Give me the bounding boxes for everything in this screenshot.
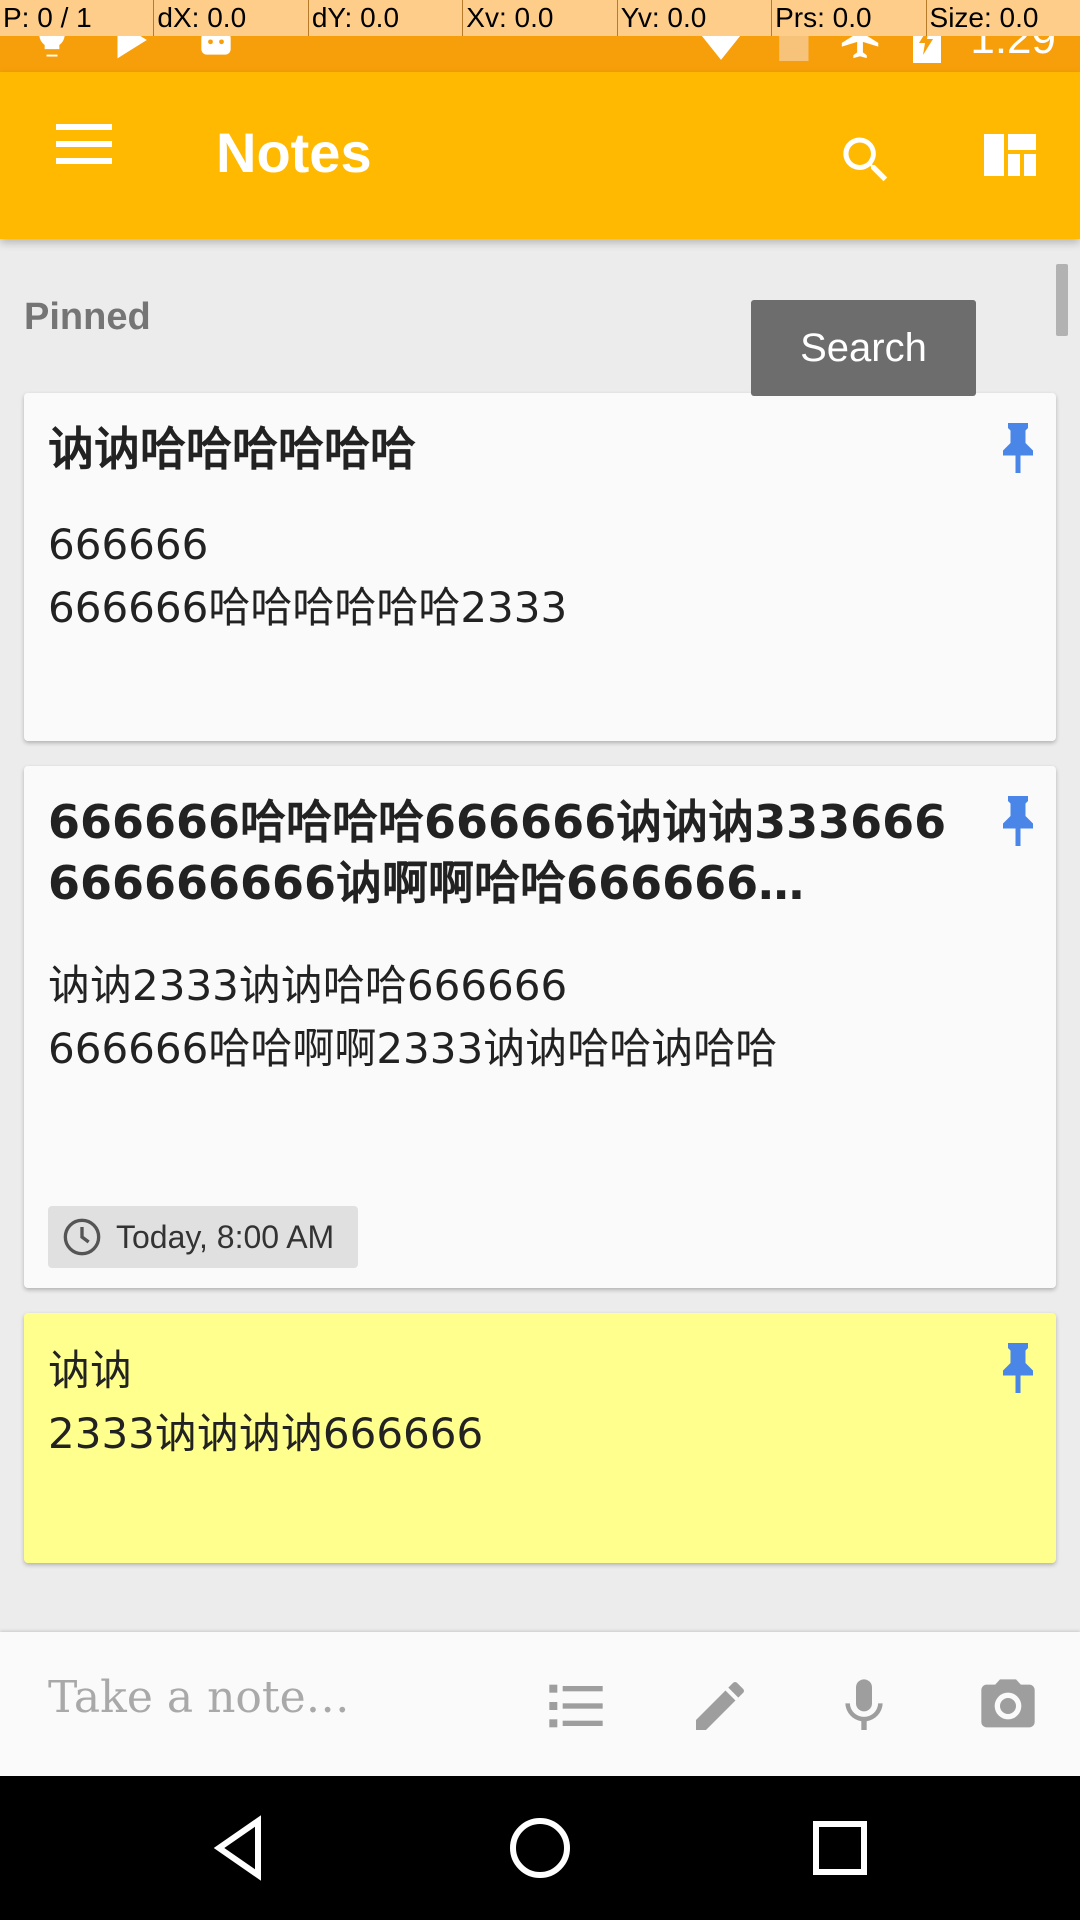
pointer-info-size: Size: 0.0	[925, 0, 1080, 36]
navigation-bar	[0, 1776, 1080, 1920]
home-icon[interactable]	[504, 1812, 576, 1884]
note-body: 讷讷2333讷讷哈哈666666 666666哈哈啊啊2333讷讷哈哈讷哈哈	[48, 961, 778, 1073]
clock-icon	[63, 1218, 101, 1256]
camera-icon[interactable]	[976, 1674, 1040, 1738]
take-note-input[interactable]: Take a note…	[48, 1672, 350, 1723]
pointer-info-prs: Prs: 0.0	[771, 0, 925, 36]
pin-icon[interactable]	[1000, 796, 1036, 846]
app-title: Notes	[216, 121, 372, 184]
pin-icon[interactable]	[1000, 423, 1036, 473]
search-icon[interactable]	[836, 130, 896, 190]
scrollbar[interactable]	[1056, 264, 1068, 336]
status-bar: 1:29 P: 0 / 1 dX: 0.0 dY: 0.0 Xv: 0.0 Yv…	[0, 0, 1080, 72]
app-bar: Notes	[0, 72, 1080, 239]
section-label-pinned: Pinned	[24, 296, 151, 338]
recents-icon[interactable]	[804, 1812, 876, 1884]
search-tooltip: Search	[751, 300, 976, 396]
pencil-icon[interactable]	[688, 1674, 752, 1738]
pointer-info-p: P: 0 / 1	[3, 2, 92, 33]
reminder-chip[interactable]: Today, 8:00 AM	[48, 1206, 358, 1268]
back-icon[interactable]	[204, 1812, 276, 1884]
note-body: 666666 666666哈哈哈哈哈哈2333	[48, 520, 568, 632]
note-card[interactable]: 讷讷 2333讷讷讷讷666666	[24, 1313, 1056, 1563]
pin-icon[interactable]	[1000, 1343, 1036, 1393]
list-icon[interactable]	[544, 1674, 608, 1738]
note-card[interactable]: 666666哈哈哈哈666666讷讷讷333666666666666讷啊啊哈哈6…	[24, 766, 1056, 1288]
note-body: 讷讷 2333讷讷讷讷666666	[48, 1346, 484, 1458]
bottom-bar: Take a note…	[0, 1632, 1080, 1776]
microphone-icon[interactable]	[832, 1674, 896, 1738]
note-card[interactable]: 讷讷哈哈哈哈哈哈 666666 666666哈哈哈哈哈哈2333	[24, 393, 1056, 741]
pointer-info-dy: dY: 0.0	[307, 0, 462, 36]
pointer-info-dx: dX: 0.0	[153, 0, 307, 36]
hamburger-menu-icon[interactable]	[56, 124, 112, 184]
pointer-info-yv: Yv: 0.0	[616, 0, 771, 36]
pointer-info-xv: Xv: 0.0	[462, 0, 616, 36]
pointer-location-overlay: P: 0 / 1 dX: 0.0 dY: 0.0 Xv: 0.0 Yv: 0.0…	[0, 0, 1080, 36]
grid-layout-icon[interactable]	[984, 134, 1036, 176]
note-title: 讷讷哈哈哈哈哈哈	[48, 422, 416, 476]
reminder-text: Today, 8:00 AM	[116, 1218, 335, 1255]
note-title: 666666哈哈哈哈666666讷讷讷333666666666666讷啊啊哈哈6…	[48, 795, 947, 910]
